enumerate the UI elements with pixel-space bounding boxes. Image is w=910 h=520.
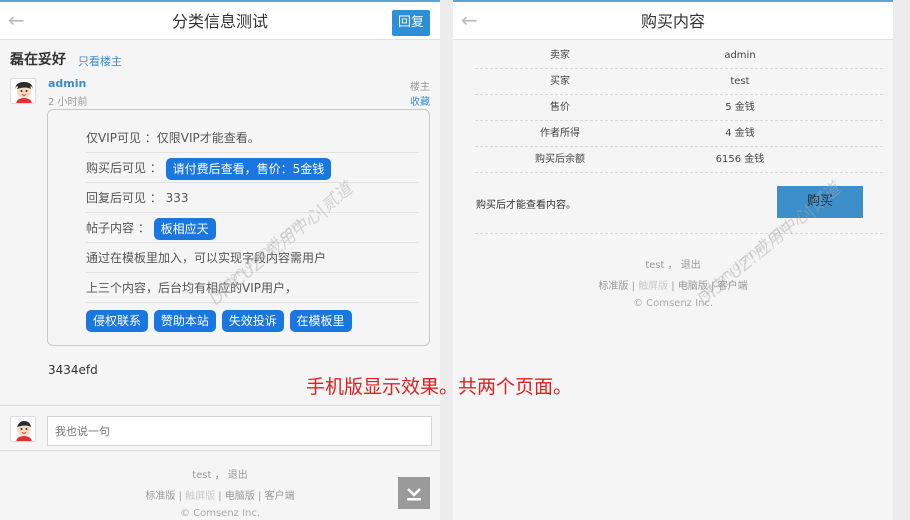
footer-user-row: test ， 退出 <box>192 470 248 481</box>
only-author-link[interactable]: 只看楼主 <box>78 53 122 69</box>
row-key: 买家 <box>550 76 570 87</box>
pc-version-link[interactable]: 电脑版 <box>678 281 708 292</box>
sponsor-button[interactable]: 赞助本站 <box>153 309 216 332</box>
post-content-row: 帖子内容 ： 板相应天 <box>86 213 419 243</box>
author-name[interactable]: admin <box>48 77 86 90</box>
template-note-row: 通过在模板里加入，可以实现字段内容需用户 <box>86 243 419 273</box>
scroll-bottom-button[interactable] <box>398 477 430 509</box>
author-badge: 楼主 <box>410 82 430 93</box>
template-tag-button[interactable]: 板相应天 <box>153 217 216 240</box>
logout-link[interactable]: 退出 <box>228 470 248 481</box>
in-template-button[interactable]: 在模板里 <box>289 309 352 332</box>
footer-links: 标准版 | 触屏版 | 电脑版 | 客户端 <box>598 281 748 292</box>
purchase-page: ← 购买内容 卖家 admin 买家 test 售价 5 金钱 作者所得 4 金… <box>453 0 893 520</box>
touch-version-link[interactable]: 触屏版 <box>185 491 215 502</box>
copyright: © Comsenz Inc. <box>632 298 714 309</box>
standard-version-link[interactable]: 标准版 <box>145 491 175 502</box>
client-link[interactable]: 客户端 <box>718 281 748 292</box>
reply-bar <box>0 405 440 451</box>
pc-version-link[interactable]: 电脑版 <box>225 491 255 502</box>
reply-input[interactable] <box>47 416 432 446</box>
report-invalid-button[interactable]: 失效投诉 <box>221 309 284 332</box>
post-content-box: 仅VIP可见 ：仅限VIP才能查看。 购买后可见 ： 请付费后查看，售价：5金钱… <box>47 109 430 346</box>
purchase-note: 购买后才能查看内容。 <box>476 200 576 211</box>
row-value: 4 金钱 <box>725 128 755 139</box>
footer-links: 标准版 | 触屏版 | 电脑版 | 客户端 <box>145 491 295 502</box>
copyright: © Comsenz Inc. <box>179 508 261 519</box>
table-row: 作者所得 4 金钱 <box>475 121 883 147</box>
purchase-row: 购买后可见 ： 请付费后查看，售价：5金钱 <box>86 153 419 183</box>
avatar-icon <box>11 417 35 441</box>
row-key: 售价 <box>550 102 570 113</box>
my-avatar <box>10 416 36 442</box>
table-row: 买家 test <box>475 69 883 95</box>
footer-username[interactable]: test <box>645 260 664 271</box>
row-value: admin <box>724 50 756 61</box>
post-time: 2 小时前 <box>48 97 88 108</box>
row-key: 卖家 <box>550 50 570 61</box>
row-key: 购买后余额 <box>535 154 585 165</box>
divider <box>475 233 883 234</box>
row-value: test <box>730 76 750 87</box>
post-text: 3434efd <box>48 363 98 377</box>
page-title: 分类信息测试 <box>171 12 268 31</box>
footer-user-row: test ， 退出 <box>645 260 701 271</box>
action-buttons-row: 侵权联系 赞助本站 失效投诉 在模板里 <box>86 305 419 335</box>
overlay-caption: 手机版显示效果。共两个页面。 <box>306 376 573 398</box>
page-title: 购买内容 <box>640 12 705 31</box>
standard-version-link[interactable]: 标准版 <box>598 281 628 292</box>
touch-version-link[interactable]: 触屏版 <box>638 281 668 292</box>
client-link[interactable]: 客户端 <box>265 491 295 502</box>
purchase-row-label: 购买后可见 ： <box>86 161 162 175</box>
table-row: 购买后余额 6156 金钱 <box>475 147 883 173</box>
avatar-icon <box>11 79 35 103</box>
vip-only-row: 仅VIP可见 ：仅限VIP才能查看。 <box>86 123 419 153</box>
footer-username[interactable]: test <box>192 470 211 481</box>
reply-visible-row: 回复后可见 ： 333 <box>86 183 419 213</box>
reply-button[interactable]: 回复 <box>392 10 430 36</box>
copyright-contact-button[interactable]: 侵权联系 <box>86 309 149 332</box>
thread-header: ← 分类信息测试 回复 <box>0 0 440 40</box>
logout-link[interactable]: 退出 <box>681 260 701 271</box>
favorite-link[interactable]: 收藏 <box>410 93 430 108</box>
row-key: 作者所得 <box>540 128 580 139</box>
pay-to-view-button[interactable]: 请付费后查看，售价：5金钱 <box>165 157 332 180</box>
row-value: 6156 金钱 <box>715 154 765 165</box>
purchase-header: ← 购买内容 <box>453 0 893 40</box>
thread-page: ← 分类信息测试 回复 磊在妥好 只看楼主 admin 2 小时前 楼主 收藏 … <box>0 0 440 520</box>
purchase-info-table: 卖家 admin 买家 test 售价 5 金钱 作者所得 4 金钱 购买后余额… <box>475 43 883 173</box>
table-row: 售价 5 金钱 <box>475 95 883 121</box>
arrow-down-icon <box>407 488 421 501</box>
thread-title: 磊在妥好 <box>10 52 66 68</box>
row-value: 5 金钱 <box>725 102 755 113</box>
table-row: 卖家 admin <box>475 43 883 69</box>
author-avatar[interactable] <box>10 78 36 104</box>
post-content-label: 帖子内容 ： <box>86 221 150 235</box>
buy-button[interactable]: 购买 <box>777 186 863 218</box>
vip-note-row: 上三个内容，后台均有相应的VIP用户， <box>86 273 419 303</box>
